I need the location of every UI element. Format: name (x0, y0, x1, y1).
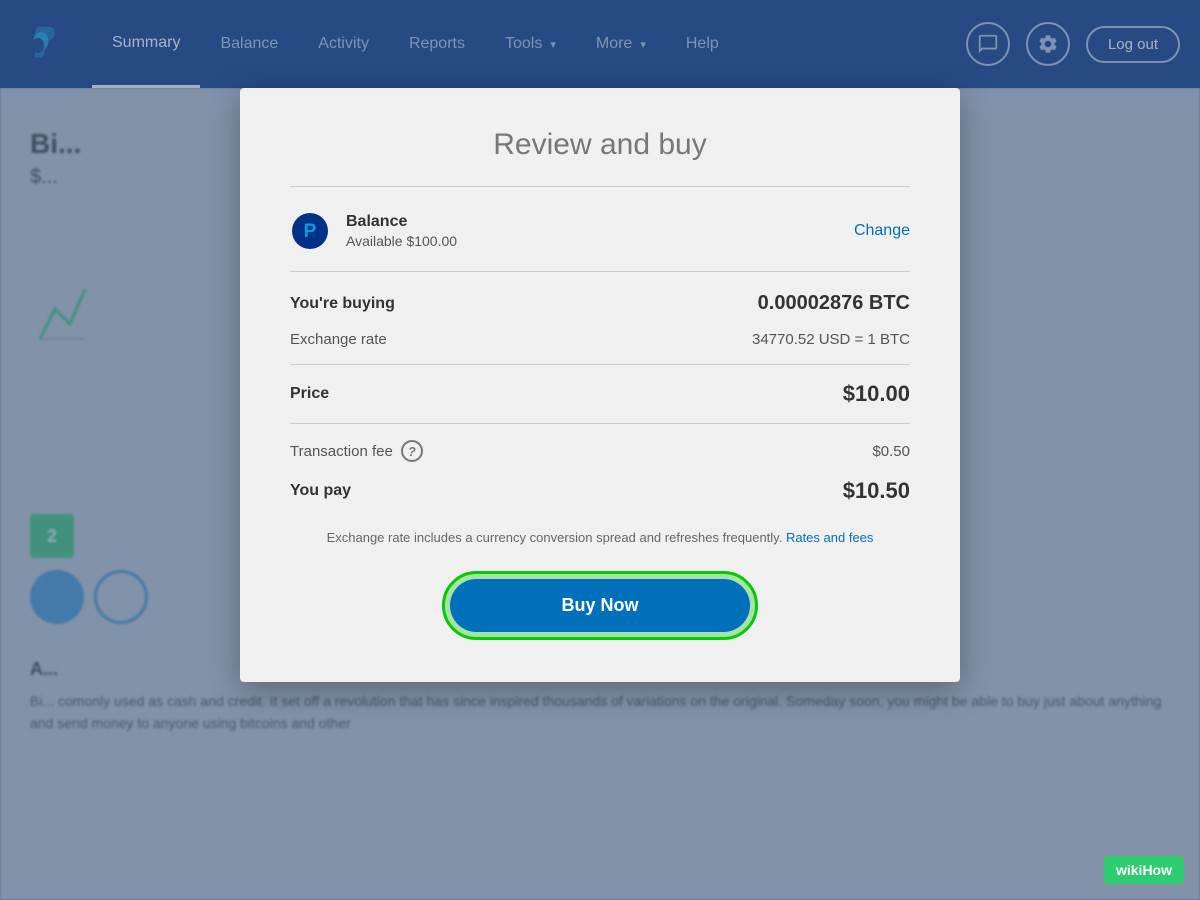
payment-available: Available $100.00 (346, 233, 854, 249)
transaction-fee-label-group: Transaction fee ? (290, 440, 423, 462)
you-pay-value: $10.50 (843, 478, 910, 504)
modal-title: Review and buy (290, 128, 910, 162)
price-label: Price (290, 385, 329, 403)
paypal-small-logo: P (290, 211, 330, 251)
modal-divider (290, 186, 910, 187)
price-row: Price $10.00 (290, 381, 910, 407)
rates-and-fees-link[interactable]: Rates and fees (786, 530, 873, 545)
disclaimer-text: Exchange rate includes a currency conver… (290, 528, 910, 549)
price-value: $10.00 (843, 381, 910, 407)
buy-now-wrapper: Buy Now (290, 579, 910, 632)
you-pay-label: You pay (290, 482, 351, 500)
change-payment-link[interactable]: Change (854, 222, 910, 240)
svg-text:P: P (304, 221, 317, 242)
buying-label: You're buying (290, 295, 395, 313)
exchange-rate-row: Exchange rate 34770.52 USD = 1 BTC (290, 331, 910, 348)
transaction-fee-label: Transaction fee (290, 443, 393, 460)
transaction-fee-row: Transaction fee ? $0.50 (290, 440, 910, 462)
you-pay-row: You pay $10.50 (290, 478, 910, 504)
review-and-buy-modal: Review and buy P Balance Available $100.… (240, 88, 960, 682)
exchange-rate-label: Exchange rate (290, 331, 387, 348)
wikihow-badge: wikiHow (1104, 856, 1184, 884)
buying-amount: 0.00002876 BTC (758, 292, 910, 315)
payment-info: Balance Available $100.00 (346, 213, 854, 249)
payment-method-row: P Balance Available $100.00 Change (290, 211, 910, 272)
section-divider-2 (290, 423, 910, 424)
section-divider-1 (290, 364, 910, 365)
exchange-rate-value: 34770.52 USD = 1 BTC (752, 331, 910, 348)
buying-row: You're buying 0.00002876 BTC (290, 292, 910, 315)
transaction-fee-value: $0.50 (872, 443, 910, 460)
buy-now-button[interactable]: Buy Now (450, 579, 750, 632)
transaction-fee-help-icon[interactable]: ? (401, 440, 423, 462)
payment-label: Balance (346, 213, 854, 231)
